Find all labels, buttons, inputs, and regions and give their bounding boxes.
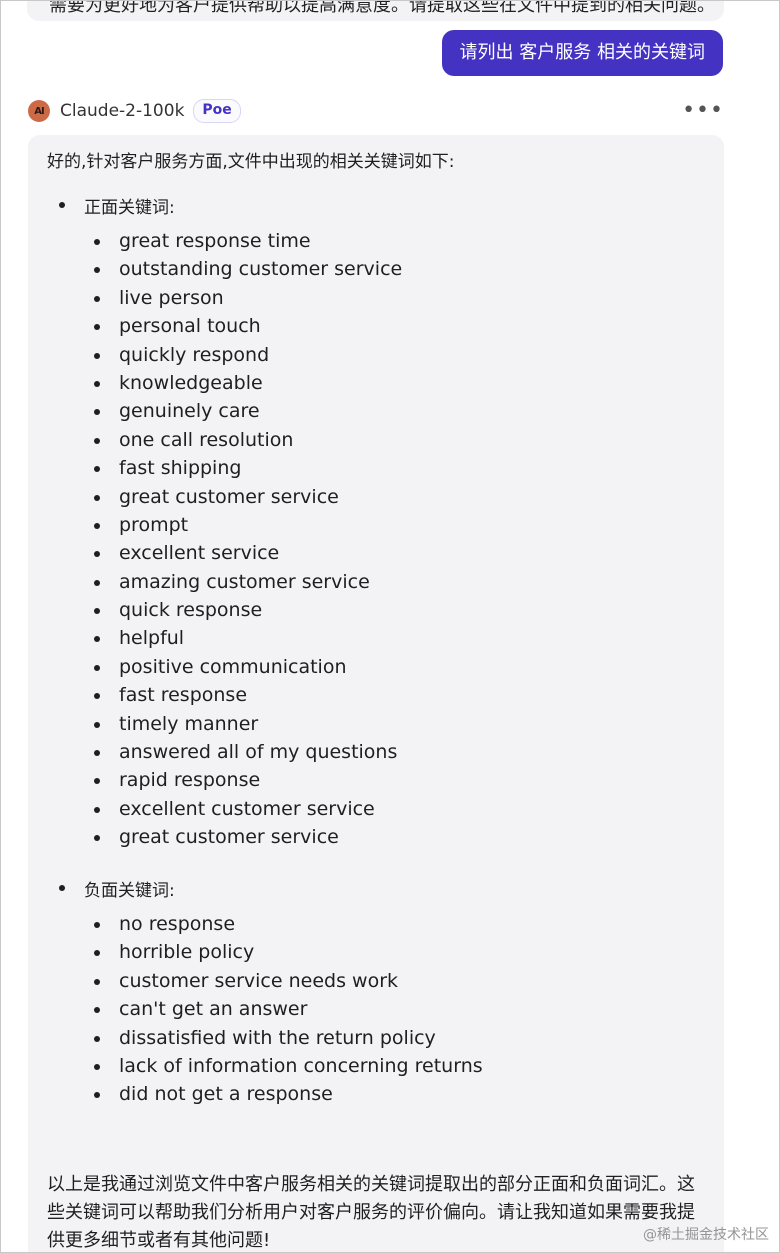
previous-message-bubble: 需要为更好地为客户提供帮助以提高满意度。请提取这些在文件中提到的相关问题。: [27, 0, 724, 21]
keyword-item: excellent service: [93, 539, 402, 567]
keyword-item: outstanding customer service: [93, 255, 402, 283]
keyword-item: answered all of my questions: [93, 738, 402, 766]
positive-keywords-list: great response time outstanding customer …: [93, 227, 402, 852]
keyword-item: prompt: [93, 511, 402, 539]
keyword-item: helpful: [93, 624, 402, 652]
reply-intro: 好的,针对客户服务方面,文件中出现的相关关键词如下:: [47, 152, 455, 172]
keyword-item: horrible policy: [94, 938, 483, 966]
keyword-item: quick response: [93, 596, 402, 624]
keyword-item: did not get a response: [94, 1080, 483, 1108]
keyword-item: can't get an answer: [94, 995, 483, 1023]
keyword-item: live person: [93, 284, 402, 312]
poe-badge: Poe: [193, 99, 241, 123]
previous-message-text: 需要为更好地为客户提供帮助以提高满意度。请提取这些在文件中提到的相关问题。: [49, 0, 715, 16]
keyword-item: great customer service: [93, 823, 402, 851]
bot-header: AI Claude-2-100k Poe •••: [28, 98, 724, 124]
chat-window: 需要为更好地为客户提供帮助以提高满意度。请提取这些在文件中提到的相关问题。 请列…: [0, 0, 780, 1253]
user-message-bubble: 请列出 客户服务 相关的关键词: [441, 30, 723, 76]
keyword-item: excellent customer service: [93, 795, 402, 823]
keyword-item: timely manner: [93, 710, 402, 738]
keyword-item: dissatisfied with the return policy: [94, 1024, 483, 1052]
reply-outro: 以上是我通过浏览文件中客户服务相关的关键词提取出的部分正面和负面词汇。这些关键词…: [47, 1174, 695, 1251]
keyword-item: fast shipping: [93, 454, 402, 482]
more-horizontal-icon[interactable]: •••: [682, 100, 724, 122]
keyword-item: great customer service: [93, 483, 402, 511]
keyword-item: quickly respond: [93, 341, 402, 369]
keyword-item: positive communication: [93, 653, 402, 681]
keyword-item: genuinely care: [93, 397, 402, 425]
keyword-item: customer service needs work: [94, 967, 483, 995]
keyword-item: lack of information concerning returns: [94, 1052, 483, 1080]
positive-keywords-heading: 正面关键词:: [59, 193, 175, 218]
bot-avatar-label: AI: [34, 105, 45, 117]
keyword-item: great response time: [93, 227, 402, 255]
keyword-item: rapid response: [93, 766, 402, 794]
keyword-item: fast response: [93, 681, 402, 709]
negative-keywords-list: no response horrible policy customer servi…: [94, 910, 483, 1109]
keyword-item: amazing customer service: [93, 568, 402, 596]
keyword-item: one call resolution: [93, 426, 402, 454]
keyword-item: no response: [94, 910, 483, 938]
negative-keywords-heading: 负面关键词:: [59, 876, 175, 901]
keyword-item: personal touch: [93, 312, 402, 340]
keyword-item: knowledgeable: [93, 369, 402, 397]
watermark: @稀土掘金技术社区: [643, 1227, 769, 1243]
bot-message-bubble: 好的,针对客户服务方面,文件中出现的相关关键词如下: 正面关键词: great …: [28, 135, 724, 1252]
bot-avatar[interactable]: AI: [28, 100, 50, 122]
bot-name[interactable]: Claude-2-100k: [60, 101, 184, 121]
